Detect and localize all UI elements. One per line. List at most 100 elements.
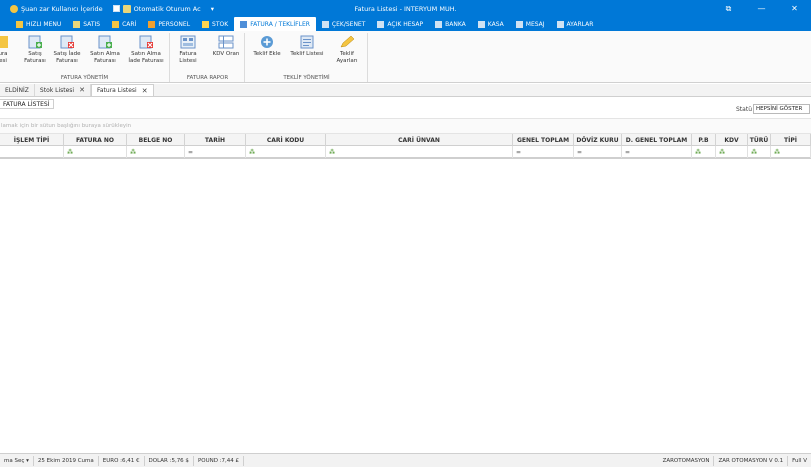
lightning-icon [16, 20, 23, 28]
vat-table-icon [218, 35, 234, 49]
contains-filter-icon: ⁂ [719, 148, 726, 156]
minimize-button[interactable]: — [745, 0, 778, 17]
filter-cell-12[interactable]: ⁂ [771, 146, 811, 158]
column-header-4[interactable]: CARİ KODU [246, 134, 326, 146]
ribbon-tab-6[interactable]: ÇEK/SENET [316, 17, 371, 31]
invoice-list-partial-button[interactable]: ura esi [0, 35, 10, 64]
grid-body-divider [0, 158, 811, 159]
ribbon-tab-9[interactable]: KASA [472, 17, 510, 31]
ribbon-tab-label: SATIS [83, 20, 101, 28]
ribbon-group-invoice-management: ura esi Satış Faturası Satış İade Fatura… [0, 33, 170, 82]
status-fullv: Full V [792, 458, 807, 464]
auto-login-checkbox[interactable] [112, 5, 120, 12]
filter-cell-9[interactable]: ⁂ [692, 146, 716, 158]
purchase-invoice-button[interactable]: Satın Alma Faturası [88, 35, 122, 64]
restore-button[interactable]: ⧉ [712, 0, 745, 17]
ribbon-tab-11[interactable]: AYARLAR [551, 17, 600, 31]
message-icon [515, 20, 523, 28]
plus-circle-icon [261, 36, 273, 48]
filter-cell-10[interactable]: ⁂ [716, 146, 748, 158]
contains-filter-icon: ⁂ [130, 148, 137, 156]
quick-access-dropdown[interactable]: ▾ [211, 5, 214, 13]
offer-list-button[interactable]: Teklif Listesi [288, 35, 326, 58]
filter-cell-8[interactable]: = [622, 146, 692, 158]
ribbon-tab-label: MESAJ [525, 20, 545, 28]
ribbon-tab-5[interactable]: FATURA / TEKLİFLER [234, 17, 316, 31]
equals-filter-icon: = [577, 148, 583, 156]
filter-cell-2[interactable]: ⁂ [127, 146, 185, 158]
close-icon[interactable]: ✕ [79, 86, 85, 94]
status-bar-right: ZAROTOMASYON ZAR OTOMASYON V 0.1 Full V [659, 454, 811, 467]
user-status[interactable]: Şuan zar Kullanıcı İçeride [10, 4, 103, 13]
ribbon-tab-7[interactable]: AÇIK HESAP [371, 17, 429, 31]
column-header-12[interactable]: TİPİ [771, 134, 811, 146]
ribbon-tab-label: HIZLI MENU [26, 20, 62, 28]
contains-filter-icon: ⁂ [751, 148, 758, 156]
document-tab-1[interactable]: Stok Listesi ✕ [35, 84, 91, 96]
close-icon[interactable]: ✕ [142, 87, 148, 95]
ribbon-tab-8[interactable]: BANKA [429, 17, 472, 31]
close-button[interactable]: ✕ [778, 0, 811, 17]
filter-cell-0[interactable] [0, 146, 64, 158]
ribbon-tab-4[interactable]: STOK [196, 17, 234, 31]
filter-cell-7[interactable]: = [574, 146, 622, 158]
column-header-6[interactable]: GENEL TOPLAM [513, 134, 574, 146]
ribbon-tab-10[interactable]: MESAJ [510, 17, 551, 31]
document-tab-2[interactable]: Fatura Listesi ✕ [90, 84, 154, 96]
offer-settings-button[interactable]: Teklif Ayarları [332, 35, 362, 64]
column-header-1[interactable]: FATURA NO [64, 134, 127, 146]
ribbon-tab-label: BANKA [445, 20, 466, 28]
chevron-down-icon: ▾ [210, 4, 214, 13]
filter-cell-11[interactable]: ⁂ [748, 146, 771, 158]
filter-cell-3[interactable]: = [185, 146, 246, 158]
vat-rate-button[interactable]: KDV Oran [211, 35, 241, 58]
column-header-8[interactable]: D. GENEL TOPLAM [622, 134, 692, 146]
auto-login-label: Otomatik Oturum Ac [133, 4, 201, 13]
ribbon-tab-label: PERSONEL [158, 20, 191, 28]
column-header-5[interactable]: CARİ ÜNVAN [326, 134, 513, 146]
ribbon-tab-3[interactable]: PERSONEL [142, 17, 196, 31]
vat-rate-label: KDV Oran [212, 51, 240, 57]
ribbon-tab-label: STOK [212, 20, 229, 28]
column-header-0[interactable]: İŞLEM TİPİ [0, 134, 64, 146]
column-header-2[interactable]: BELGE NO [127, 134, 185, 146]
list-icon [180, 35, 196, 49]
offer-list-icon [300, 35, 314, 49]
ribbon-group-title-offer-management: TEKLİF YÖNETİMİ [283, 75, 330, 81]
title-bar: Şuan zar Kullanıcı İçeride Otomatik Otur… [0, 0, 811, 17]
contains-filter-icon: ⁂ [774, 148, 781, 156]
auto-login-toggle[interactable]: Otomatik Oturum Ac [112, 4, 201, 13]
chevron-down-icon: ▾ [26, 457, 29, 464]
column-header-11[interactable]: TÜRÜ [748, 134, 771, 146]
ribbon-tab-label: KASA [487, 20, 504, 28]
column-header-3[interactable]: TARİH [185, 134, 246, 146]
sales-return-invoice-button[interactable]: Satış İade Faturası [52, 35, 82, 64]
box-icon [202, 20, 210, 28]
ribbon-tab-2[interactable]: CARİ [106, 17, 142, 31]
ribbon-tab-0[interactable]: HIZLI MENU [10, 17, 67, 31]
document-tab-0[interactable]: ELDİNİZ [0, 84, 35, 96]
sales-return-label-2: Faturası [56, 57, 78, 64]
add-offer-button[interactable]: Teklif Ekle [250, 35, 284, 58]
filter-cell-5[interactable]: ⁂ [326, 146, 513, 158]
ribbon-tab-label: AÇIK HESAP [387, 20, 424, 28]
user-icon [10, 4, 18, 13]
contains-filter-icon: ⁂ [249, 148, 256, 156]
filter-cell-1[interactable]: ⁂ [64, 146, 127, 158]
group-panel[interactable]: lamak için bir sütun başlığını buraya sü… [0, 118, 811, 134]
invoice-list-button[interactable]: Fatura Listesi [176, 35, 200, 64]
ribbon-group-invoice-report: Fatura Listesi KDV Oran FATURA RAPOR [171, 33, 245, 82]
status-select[interactable]: HEPSİNİ GÖSTER [753, 104, 810, 114]
column-header-7[interactable]: DÖVİZ KURU [574, 134, 622, 146]
partial-label-2: esi [0, 57, 7, 64]
filter-cell-4[interactable]: ⁂ [246, 146, 326, 158]
ribbon-tab-1[interactable]: SATIS [67, 17, 106, 31]
sales-invoice-button[interactable]: Satış Faturası [22, 35, 48, 64]
contains-filter-icon: ⁂ [67, 148, 74, 156]
purchase-return-invoice-button[interactable]: Satın Alma İade Faturası [126, 35, 166, 64]
column-header-10[interactable]: KDV [716, 134, 748, 146]
filter-cell-6[interactable]: = [513, 146, 574, 158]
theme-select[interactable]: ma Seç ▾ [0, 455, 34, 466]
column-header-9[interactable]: P.B [692, 134, 716, 146]
grid-filter-row: ⁂ ⁂ = ⁂ ⁂ = = = ⁂ ⁂ ⁂ ⁂ [0, 146, 811, 158]
